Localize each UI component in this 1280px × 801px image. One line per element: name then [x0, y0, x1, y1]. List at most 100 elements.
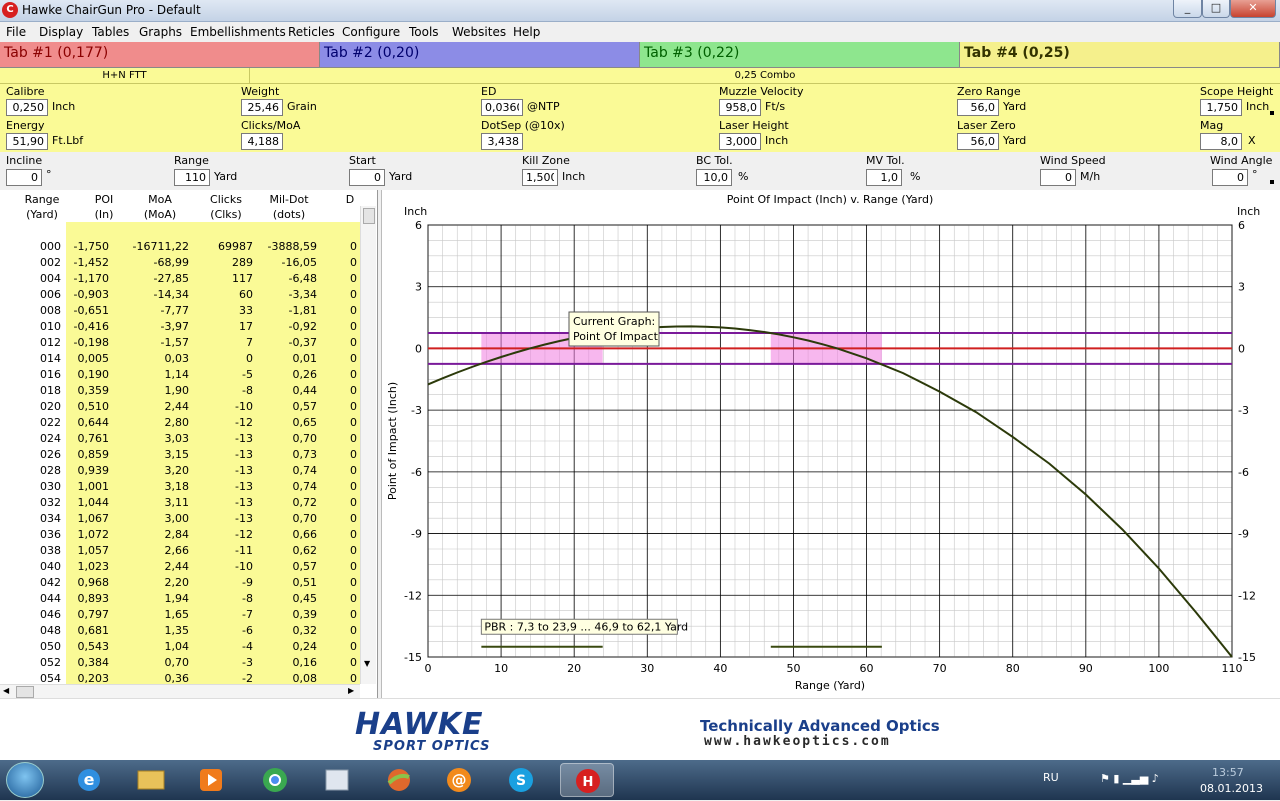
weight-field[interactable] — [241, 99, 283, 116]
app-icon-5[interactable] — [310, 763, 364, 797]
tab-2[interactable]: Tab #2 (0,20) — [320, 42, 640, 68]
table-cell: 0,39 — [292, 608, 318, 621]
ed-field[interactable] — [481, 99, 523, 116]
y-tick-label: 3 — [415, 281, 422, 294]
calibre-field[interactable] — [6, 99, 48, 116]
explorer-icon[interactable] — [124, 763, 178, 797]
app-icon-6[interactable] — [372, 763, 426, 797]
mv-tol-field[interactable] — [866, 169, 902, 186]
menu-embellishments[interactable]: Embellishments — [190, 25, 286, 39]
maximize-button[interactable]: □ — [1202, 0, 1230, 18]
energy-field[interactable] — [6, 133, 48, 150]
menu-display[interactable]: Display — [39, 25, 83, 39]
weight-unit: Grain — [287, 100, 317, 113]
table-cell: -1,750 — [73, 240, 109, 253]
table-cell: 0,57 — [292, 560, 318, 573]
menu-file[interactable]: File — [6, 25, 26, 39]
x-tick-label: 80 — [1006, 662, 1020, 675]
range-field[interactable] — [174, 169, 210, 186]
chairgun-taskbar-icon[interactable]: H — [560, 763, 614, 797]
start-button[interactable] — [6, 762, 44, 798]
horizontal-scrollbar[interactable]: ◀ ▶ — [0, 684, 360, 698]
table-cell: 0 — [350, 464, 357, 477]
close-button[interactable]: ✕ — [1230, 0, 1276, 18]
scroll-thumb[interactable] — [363, 208, 375, 224]
y-tick-label: -15 — [404, 651, 422, 664]
wind-speed-unit: M/h — [1080, 170, 1101, 183]
mail-icon[interactable]: @ — [432, 763, 486, 797]
minimize-button[interactable]: _ — [1173, 0, 1202, 18]
table-cell: 0,72 — [292, 496, 318, 509]
table-cell: -4 — [242, 640, 253, 653]
chairgun-app-icon[interactable]: C — [2, 2, 18, 18]
table-cell: 0,73 — [292, 448, 318, 461]
scroll-thumb[interactable] — [16, 686, 34, 698]
table-cell: 0,005 — [77, 352, 110, 365]
scope-height-field[interactable] — [1200, 99, 1242, 116]
wind-speed-field[interactable] — [1040, 169, 1076, 186]
table-cell: 046 — [40, 608, 61, 621]
tab-4[interactable]: Tab #4 (0,25) — [960, 42, 1280, 68]
language-indicator[interactable]: RU — [1043, 771, 1059, 784]
table-cell: 0,70 — [292, 512, 318, 525]
clock-time[interactable]: 13:57 — [1212, 766, 1244, 779]
menu-configure[interactable]: Configure — [342, 25, 400, 39]
menu-tools[interactable]: Tools — [409, 25, 439, 39]
zero-range-field[interactable] — [957, 99, 999, 116]
menu-graphs[interactable]: Graphs — [139, 25, 182, 39]
table-cell: 0 — [350, 432, 357, 445]
tab-3[interactable]: Tab #3 (0,22) — [640, 42, 960, 68]
clicks-moa-field[interactable] — [241, 133, 283, 150]
table-cell: 0 — [350, 608, 357, 621]
table-cell: 0 — [350, 352, 357, 365]
profile-name[interactable]: 0,25 Combo — [250, 68, 1280, 84]
menu-websites[interactable]: Websites — [452, 25, 506, 39]
y-tick-label-right: -3 — [1238, 404, 1249, 417]
table-cell: -3,34 — [288, 288, 317, 301]
start-field[interactable] — [349, 169, 385, 186]
table-cell: 3,11 — [164, 496, 190, 509]
bc-tol-field[interactable] — [696, 169, 732, 186]
dotsep-field[interactable] — [481, 133, 523, 150]
scroll-left-arrow[interactable]: ◀ — [3, 686, 9, 695]
scroll-down-arrow[interactable]: ▼ — [364, 659, 370, 668]
ie-icon[interactable]: e — [62, 763, 116, 797]
table-cell: 044 — [40, 592, 61, 605]
y-unit-right: Inch — [1237, 205, 1260, 218]
table-cell: 289 — [232, 256, 253, 269]
kill-zone-field[interactable] — [522, 169, 558, 186]
table-cell: 1,001 — [77, 480, 110, 493]
parameter-panel: Calibre Inch Weight Grain ED @NTP Muzzle… — [0, 84, 1280, 152]
laser-height-field[interactable] — [719, 133, 761, 150]
wind-angle-field[interactable] — [1212, 169, 1248, 186]
clock-date[interactable]: 08.01.2013 — [1200, 782, 1263, 795]
incline-field[interactable] — [6, 169, 42, 186]
table-cell: 3,18 — [164, 480, 190, 493]
website-link[interactable]: www.hawkeoptics.com — [704, 734, 891, 749]
table-header-3: Clicks (Clks) — [210, 193, 242, 221]
svg-text:e: e — [84, 770, 95, 789]
table-cell: 0,797 — [77, 608, 110, 621]
mag-field[interactable] — [1200, 133, 1242, 150]
hawke-logo[interactable]: HAWKE SPORT OPTICS — [355, 707, 495, 754]
menu-tables[interactable]: Tables — [92, 25, 129, 39]
media-player-icon[interactable] — [184, 763, 238, 797]
menu-reticles[interactable]: Reticles — [288, 25, 335, 39]
muzzle-velocity-field[interactable] — [719, 99, 761, 116]
x-tick-label: 40 — [713, 662, 727, 675]
table-cell: 0 — [350, 288, 357, 301]
table-cell: 33 — [239, 304, 253, 317]
table-cell: 038 — [40, 544, 61, 557]
tray-icons[interactable]: ⚑ ▮ ▁▃▅ ♪ — [1100, 772, 1159, 785]
table-cell: 0,57 — [292, 400, 318, 413]
skype-icon[interactable]: S — [494, 763, 548, 797]
pellet-name[interactable]: H+N FTT — [0, 68, 250, 84]
menu-help[interactable]: Help — [513, 25, 540, 39]
poi-chart[interactable]: 0 10 20 30 40 50 60 70 80 90 100 1106 63 30 0-3 -3-6 -6-… — [382, 190, 1280, 698]
brand-subtitle: SPORT OPTICS — [373, 739, 491, 754]
vertical-scrollbar[interactable]: ▼ — [360, 206, 376, 684]
tab-1[interactable]: Tab #1 (0,177) — [0, 42, 320, 68]
laser-zero-field[interactable] — [957, 133, 999, 150]
scroll-right-arrow[interactable]: ▶ — [348, 686, 354, 695]
chrome-icon[interactable] — [248, 763, 302, 797]
